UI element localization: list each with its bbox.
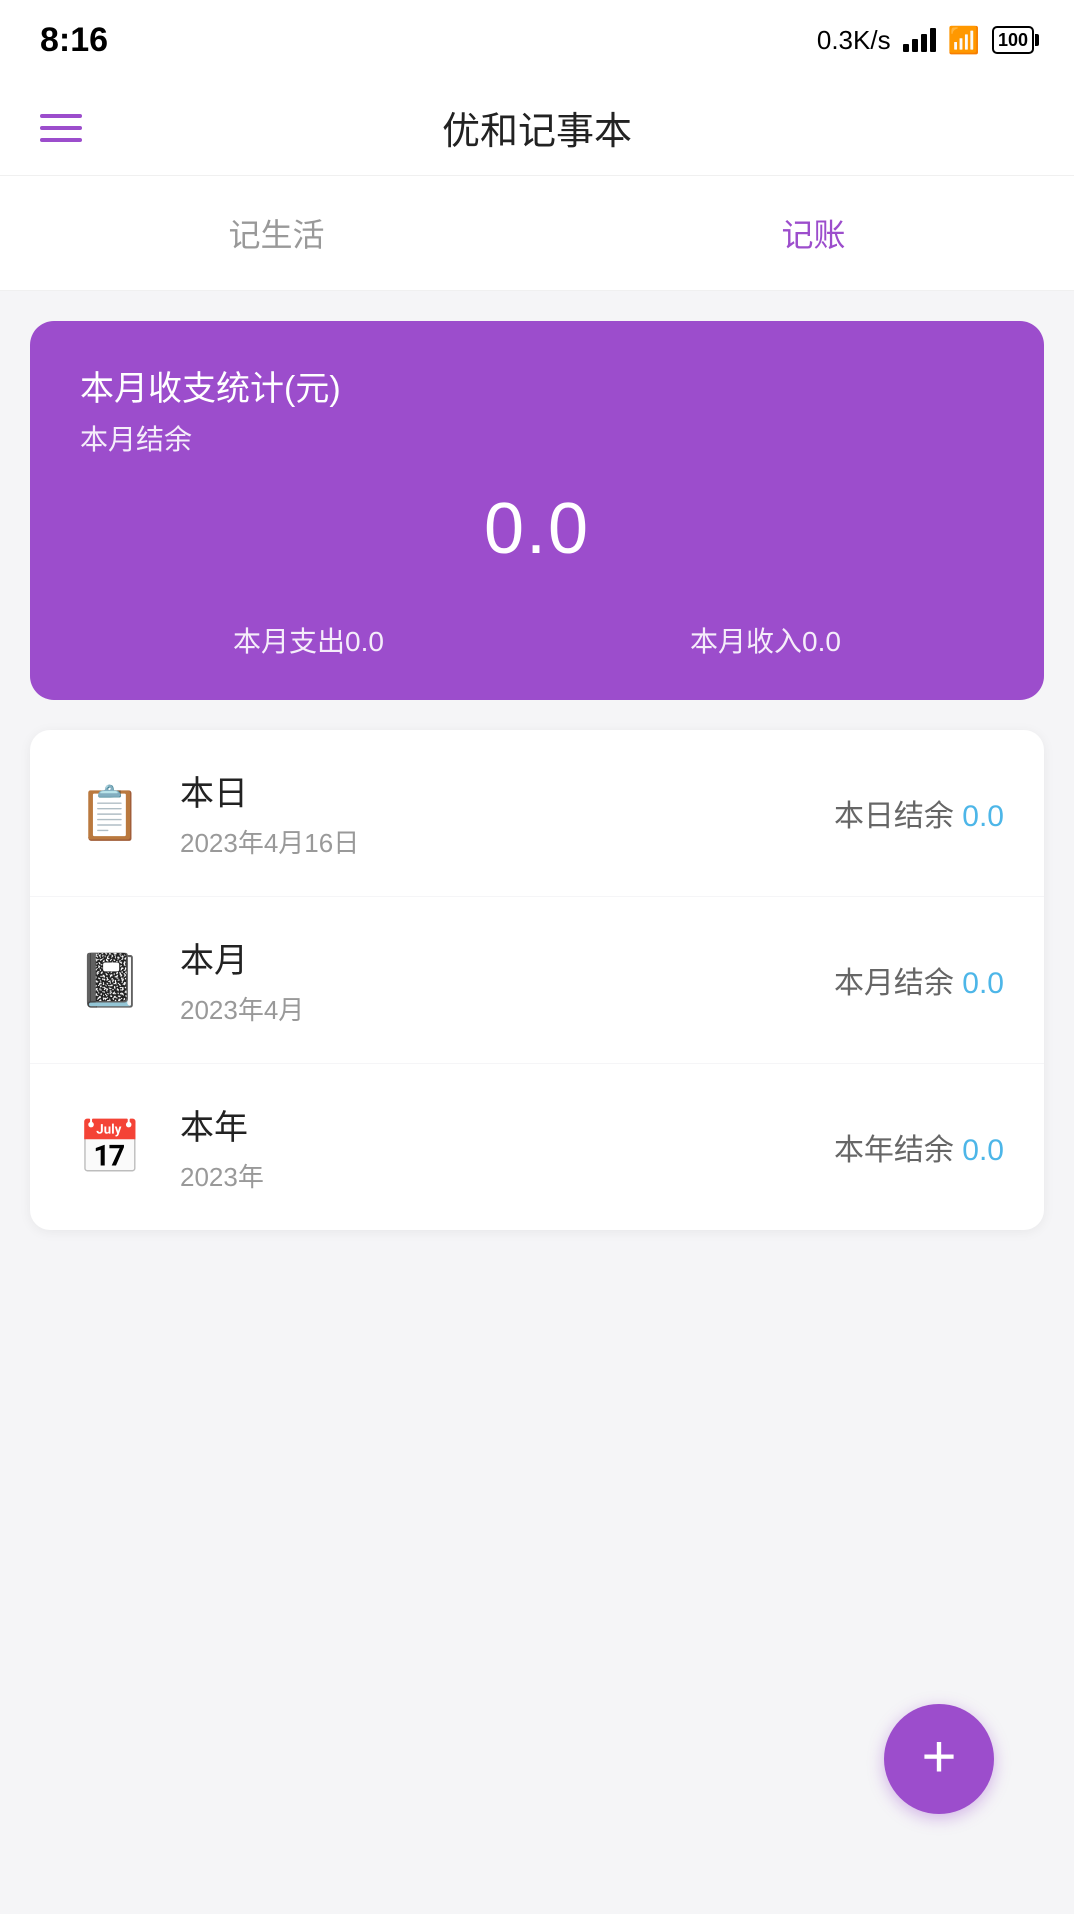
- add-button[interactable]: +: [884, 1704, 994, 1814]
- status-time: 8:16: [40, 21, 108, 60]
- list-item-today[interactable]: 📋 本日 2023年4月16日 本日结余 0.0: [30, 730, 1044, 897]
- year-text: 本年 2023年: [180, 1100, 834, 1194]
- month-date: 2023年4月: [180, 990, 834, 1027]
- status-bar: 8:16 0.3K/s 📶 100: [0, 0, 1074, 80]
- summary-row: 本月支出0.0 本月收入0.0: [80, 620, 994, 660]
- summary-subtitle: 本月结余: [80, 418, 994, 458]
- today-icon: 📋: [70, 773, 150, 853]
- year-balance-value: 0.0: [962, 1134, 1004, 1167]
- main-content: 本月收支统计(元) 本月结余 0.0 本月支出0.0 本月收入0.0 📋 本日 …: [0, 291, 1074, 1260]
- today-balance: 本日结余 0.0: [834, 791, 1004, 835]
- month-text: 本月 2023年4月: [180, 933, 834, 1027]
- year-title: 本年: [180, 1100, 834, 1149]
- today-title: 本日: [180, 766, 834, 815]
- tab-bar: 记生活 记账: [0, 176, 1074, 291]
- year-date: 2023年: [180, 1157, 834, 1194]
- today-text: 本日 2023年4月16日: [180, 766, 834, 860]
- network-speed: 0.3K/s: [817, 25, 891, 56]
- wifi-icon: 📶: [948, 25, 980, 56]
- summary-expense: 本月支出0.0: [233, 620, 384, 660]
- status-icons: 0.3K/s 📶 100: [817, 25, 1034, 56]
- list-item-month[interactable]: 📓 本月 2023年4月 本月结余 0.0: [30, 897, 1044, 1064]
- month-icon: 📓: [70, 940, 150, 1020]
- summary-income: 本月收入0.0: [690, 620, 841, 660]
- signal-icon: [903, 28, 936, 52]
- header: 优和记事本: [0, 80, 1074, 176]
- today-balance-value: 0.0: [962, 800, 1004, 833]
- tab-life[interactable]: 记生活: [168, 200, 384, 266]
- year-icon: 📅: [70, 1107, 150, 1187]
- menu-button[interactable]: [40, 114, 82, 142]
- tab-account[interactable]: 记账: [721, 200, 905, 266]
- year-balance: 本年结余 0.0: [834, 1125, 1004, 1169]
- battery-icon: 100: [992, 26, 1034, 54]
- month-title: 本月: [180, 933, 834, 982]
- list-item-year[interactable]: 📅 本年 2023年 本年结余 0.0: [30, 1064, 1044, 1230]
- summary-card: 本月收支统计(元) 本月结余 0.0 本月支出0.0 本月收入0.0: [30, 321, 1044, 700]
- month-balance-value: 0.0: [962, 967, 1004, 1000]
- add-icon: +: [921, 1727, 956, 1787]
- app-title: 优和记事本: [442, 100, 632, 155]
- month-balance: 本月结余 0.0: [834, 958, 1004, 1002]
- list-card: 📋 本日 2023年4月16日 本日结余 0.0 📓 本月 2023年4月 本月…: [30, 730, 1044, 1230]
- summary-title: 本月收支统计(元): [80, 361, 994, 410]
- today-date: 2023年4月16日: [180, 823, 834, 860]
- summary-balance: 0.0: [80, 488, 994, 570]
